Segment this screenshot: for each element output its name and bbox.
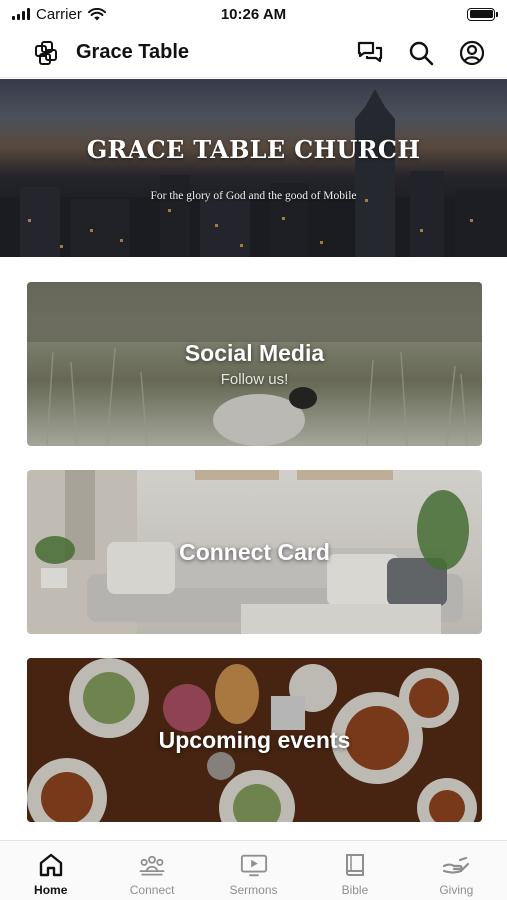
logo-icon (35, 40, 57, 65)
tab-connect[interactable]: Connect (101, 841, 202, 900)
hero-subtitle: For the glory of God and the good of Mob… (150, 190, 357, 202)
tab-label: Sermons (229, 883, 278, 897)
card-subtitle: Follow us! (220, 371, 289, 388)
city-skyline-image (0, 89, 507, 257)
hero-banner: GRACE TABLE CHURCH For the glory of God … (0, 79, 507, 257)
giving-hand-icon (442, 851, 470, 879)
book-icon (341, 851, 369, 879)
card-title: Upcoming events (158, 727, 351, 753)
signal-icon (12, 8, 30, 20)
app-title: Grace Table (76, 41, 190, 63)
social-media-card[interactable]: Social Media Follow us! (27, 282, 482, 446)
home-icon (37, 851, 65, 879)
people-icon (138, 851, 166, 879)
tab-bible[interactable]: Bible (304, 841, 405, 900)
tab-label: Bible (341, 883, 369, 897)
carrier-label: Carrier (36, 5, 82, 23)
tab-sermons[interactable]: Sermons (203, 841, 304, 900)
status-time: 10:26 AM (220, 5, 287, 23)
card-title: Connect Card (179, 539, 330, 565)
status-bar: Carrier 10:26 AM (0, 0, 507, 28)
tab-label: Giving (439, 883, 474, 897)
hero-title: GRACE TABLE CHURCH (86, 135, 421, 164)
card-title: Social Media (184, 340, 325, 366)
tab-giving[interactable]: Giving (406, 841, 507, 900)
wifi-icon (87, 7, 106, 20)
account-icon[interactable] (458, 39, 485, 66)
upcoming-events-card[interactable]: Upcoming events (27, 658, 482, 822)
play-screen-icon (240, 851, 268, 879)
tab-home[interactable]: Home (0, 841, 101, 900)
app-header: Grace Table (0, 28, 507, 78)
tab-label: Connect (129, 883, 175, 897)
header-actions (356, 39, 485, 66)
tab-bar: Home Connect Sermons Bible Giving (0, 840, 507, 900)
connect-card[interactable]: Connect Card (27, 470, 482, 634)
status-left: Carrier (12, 6, 106, 23)
chat-icon[interactable] (356, 39, 383, 66)
tab-label: Home (34, 883, 68, 897)
battery-icon (467, 7, 498, 21)
search-icon[interactable] (407, 39, 434, 66)
